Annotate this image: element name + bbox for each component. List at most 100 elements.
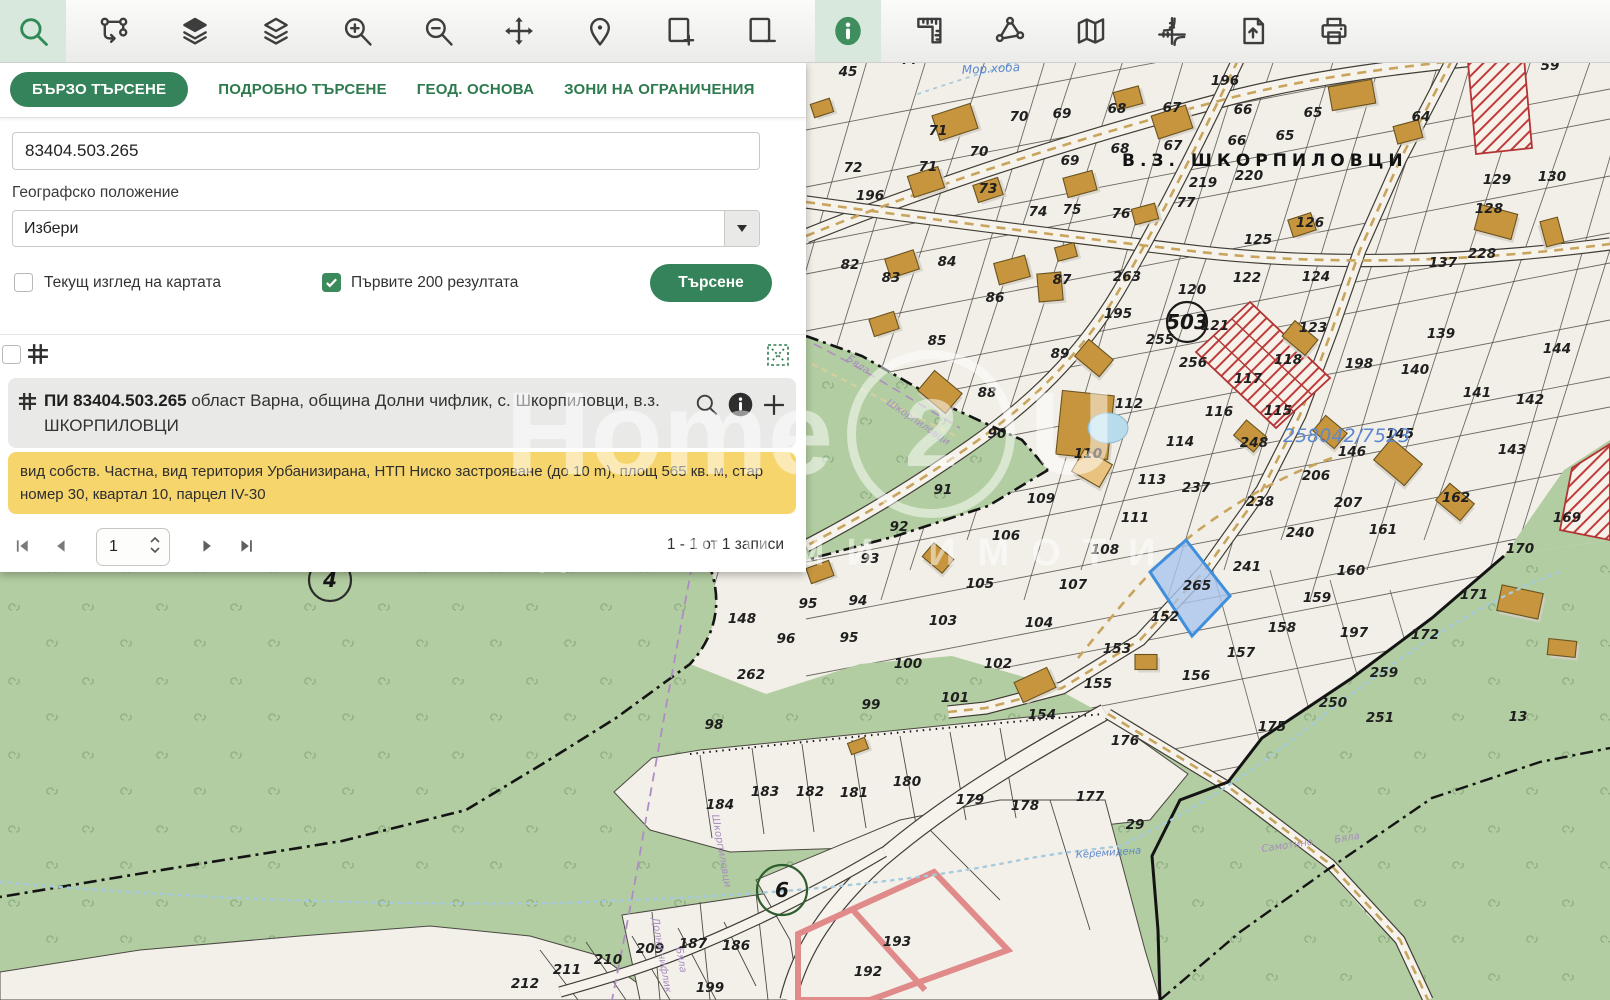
add-result-icon[interactable] xyxy=(760,391,788,424)
svg-text:6: 6 xyxy=(775,878,789,902)
svg-text:256: 256 xyxy=(1179,355,1207,371)
svg-text:129: 129 xyxy=(1483,172,1511,188)
geo-position-select[interactable]: Избери xyxy=(12,210,760,247)
previous-page-button[interactable] xyxy=(52,538,68,554)
results-toolbar xyxy=(0,334,806,375)
selection-add-icon xyxy=(664,14,698,48)
zoom-out-icon xyxy=(421,14,455,48)
svg-text:210: 210 xyxy=(594,952,622,968)
svg-text:84: 84 xyxy=(938,254,957,270)
selection-remove-icon-button[interactable] xyxy=(729,0,795,62)
svg-text:111: 111 xyxy=(1121,510,1149,526)
svg-text:68: 68 xyxy=(1108,101,1127,117)
current-map-view-label: Текущ изглед на картата xyxy=(44,274,221,292)
map-sheet-icon-button[interactable] xyxy=(1058,0,1124,62)
svg-text:265: 265 xyxy=(1183,578,1211,594)
svg-text:105: 105 xyxy=(966,576,994,592)
selection-add-icon-button[interactable] xyxy=(648,0,714,62)
current-map-view-checkbox[interactable] xyxy=(14,273,33,292)
svg-text:157: 157 xyxy=(1227,645,1256,661)
result-description: ПИ 83404.503.265 област Варна, община До… xyxy=(44,389,674,438)
result-item[interactable]: ПИ 83404.503.265 област Варна, община До… xyxy=(8,378,796,448)
svg-text:206: 206 xyxy=(1302,468,1330,484)
svg-text:126: 126 xyxy=(1296,215,1324,231)
zoom-to-results-icon[interactable] xyxy=(766,343,790,372)
svg-text:65: 65 xyxy=(1304,105,1323,121)
svg-text:123: 123 xyxy=(1299,320,1327,336)
svg-text:118: 118 xyxy=(1274,352,1302,368)
select-dropdown-button[interactable] xyxy=(724,211,759,246)
first-page-button[interactable] xyxy=(14,538,30,554)
svg-text:250: 250 xyxy=(1319,695,1347,711)
tab-подробно-търсене[interactable]: ПОДРОБНО ТЪРСЕНЕ xyxy=(218,81,387,98)
geo-select-value: Избери xyxy=(13,220,724,238)
svg-text:66: 66 xyxy=(1234,102,1253,118)
info-icon-button[interactable] xyxy=(815,0,881,62)
search-button[interactable]: Търсене xyxy=(650,264,772,302)
svg-text:117: 117 xyxy=(1234,371,1263,387)
svg-text:29: 29 xyxy=(1126,817,1145,833)
svg-text:98: 98 xyxy=(705,717,724,733)
pagination-summary: 1 - 1 от 1 записи xyxy=(667,536,784,554)
coordinates-icon-button[interactable] xyxy=(1139,0,1205,62)
page-spinner[interactable] xyxy=(149,535,161,560)
svg-text:104: 104 xyxy=(1025,615,1053,631)
print-icon xyxy=(1317,14,1351,48)
svg-text:74: 74 xyxy=(1029,204,1048,220)
select-all-checkbox[interactable] xyxy=(2,345,21,364)
export-icon-button[interactable] xyxy=(1220,0,1286,62)
first-200-results-checkbox[interactable] xyxy=(322,273,341,292)
search-panel: БЪРЗО ТЪРСЕНЕ ПОДРОБНО ТЪРСЕНЕ ГЕОД. ОСНОВ… xyxy=(0,62,806,572)
svg-text:71: 71 xyxy=(919,159,938,175)
search-icon-button[interactable] xyxy=(0,0,66,62)
svg-text:211: 211 xyxy=(553,962,581,978)
polygon-icon-button[interactable] xyxy=(977,0,1043,62)
svg-text:137: 137 xyxy=(1429,255,1458,271)
zoom-in-icon xyxy=(340,14,374,48)
print-icon-button[interactable] xyxy=(1301,0,1367,62)
zoom-to-result-icon[interactable] xyxy=(693,391,720,423)
svg-text:83: 83 xyxy=(882,270,901,286)
pond xyxy=(1088,413,1128,443)
route-icon-button[interactable] xyxy=(81,0,147,62)
svg-text:263: 263 xyxy=(1113,269,1141,285)
last-page-button[interactable] xyxy=(238,538,254,554)
svg-text:45: 45 xyxy=(838,64,858,80)
svg-text:72: 72 xyxy=(844,160,863,176)
svg-text:186: 186 xyxy=(722,938,750,954)
tab-зони-на-ограничения[interactable]: ЗОНИ НА ОГРАНИЧЕНИЯ xyxy=(564,81,755,98)
svg-text:177: 177 xyxy=(1076,789,1105,805)
zoom-in-icon-button[interactable] xyxy=(324,0,390,62)
panel-tabs: БЪРЗО ТЪРСЕНЕ ПОДРОБНО ТЪРСЕНЕ ГЕОД. ОСНОВ… xyxy=(0,62,806,118)
svg-text:154: 154 xyxy=(1028,707,1056,723)
measure-icon-button[interactable] xyxy=(896,0,962,62)
cadastre-number-input[interactable] xyxy=(12,132,760,170)
svg-text:94: 94 xyxy=(849,593,868,609)
grid-view-icon[interactable] xyxy=(27,343,49,370)
svg-text:184: 184 xyxy=(706,797,734,813)
svg-text:88: 88 xyxy=(978,385,997,401)
marker-icon-button[interactable] xyxy=(567,0,633,62)
layers-stack-icon-button[interactable] xyxy=(243,0,309,62)
tab-геод-основа[interactable]: ГЕОД. ОСНОВА xyxy=(417,81,534,98)
tab-бързо-търсене[interactable]: БЪРЗО ТЪРСЕНЕ xyxy=(10,72,188,107)
svg-text:139: 139 xyxy=(1427,326,1455,342)
svg-text:115: 115 xyxy=(1264,403,1292,419)
svg-text:108: 108 xyxy=(1091,542,1119,558)
svg-text:183: 183 xyxy=(751,784,779,800)
page-number-input[interactable] xyxy=(97,537,147,557)
layers-icon-button[interactable] xyxy=(162,0,228,62)
svg-text:195: 195 xyxy=(1104,306,1132,322)
svg-text:178: 178 xyxy=(1011,798,1039,814)
result-info-icon[interactable] xyxy=(727,391,754,423)
result-parcel-id: ПИ 83404.503.265 xyxy=(44,391,187,410)
svg-text:64: 64 xyxy=(1412,109,1431,125)
zoom-out-icon-button[interactable] xyxy=(405,0,471,62)
svg-text:103: 103 xyxy=(929,613,957,629)
svg-text:171: 171 xyxy=(1460,587,1488,603)
svg-text:70: 70 xyxy=(970,144,989,160)
pan-icon-button[interactable] xyxy=(486,0,552,62)
svg-text:251: 251 xyxy=(1366,710,1394,726)
next-page-button[interactable] xyxy=(200,538,216,554)
svg-text:75: 75 xyxy=(1063,202,1082,218)
